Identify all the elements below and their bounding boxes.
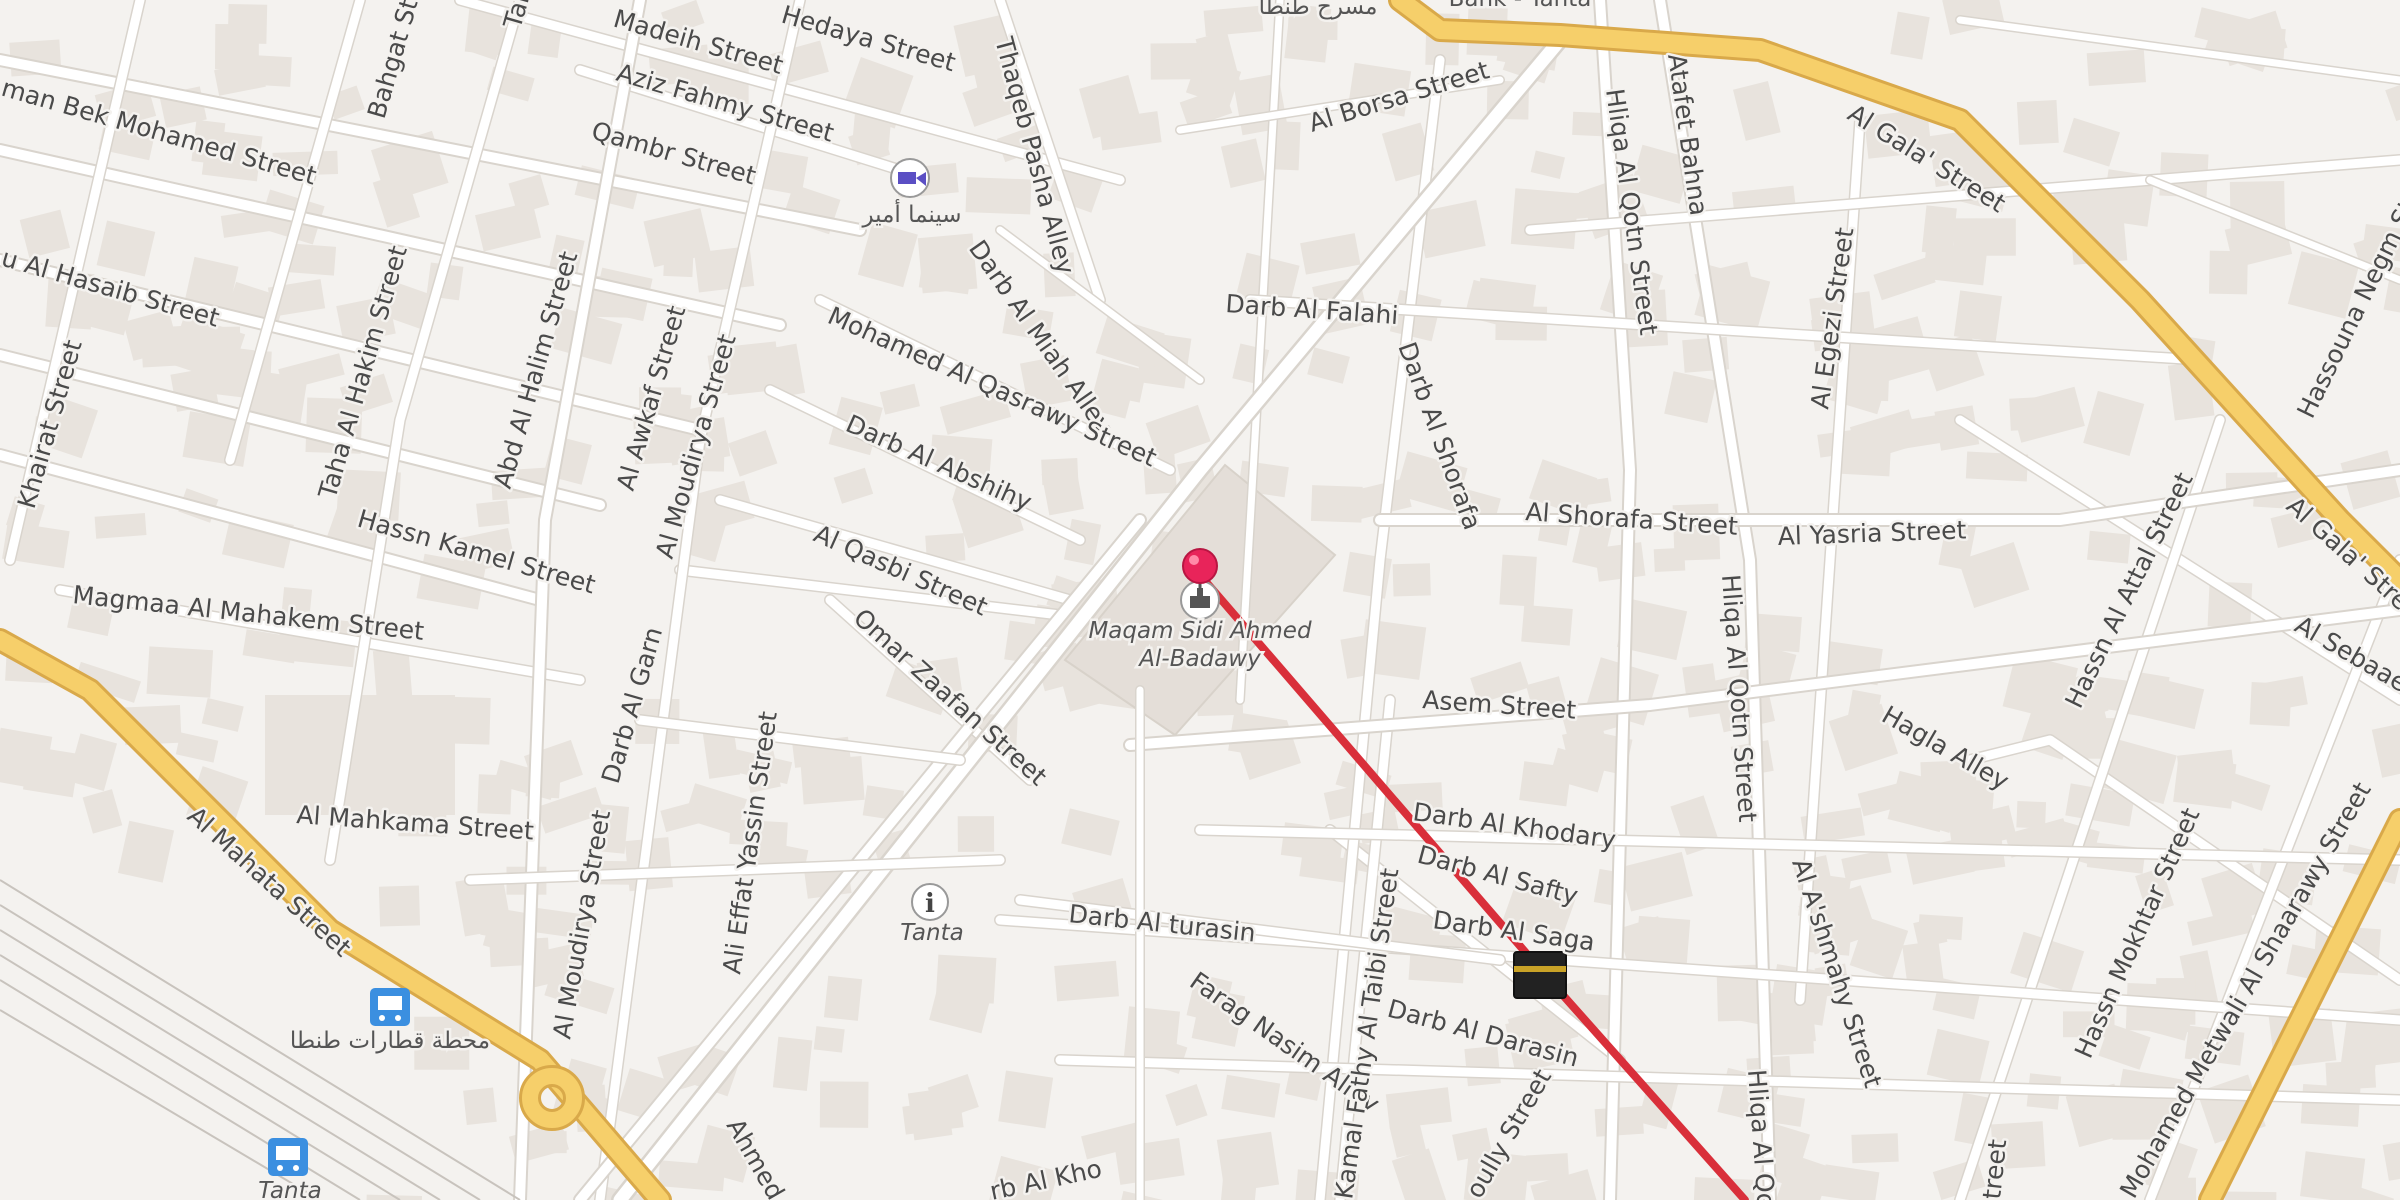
info-label: Tanta [900, 920, 963, 946]
building-block [1953, 290, 2002, 342]
map-canvas[interactable]: Maqam Sidi Ahmed Al-Badawy سينما أمير i … [0, 0, 2400, 1200]
info-icon[interactable]: i [911, 883, 949, 921]
building-block [146, 646, 214, 698]
building-block [772, 1036, 813, 1091]
building-block [289, 243, 337, 276]
station-2-label: Tanta [258, 1178, 321, 1200]
theatre-label: مسرح طنطا [1259, 0, 1378, 20]
building-block [957, 816, 995, 852]
landmark-label-line1: Maqam Sidi Ahmed [1088, 618, 1312, 644]
landmark-label-line2: Al-Badawy [1137, 646, 1261, 672]
train-station-2-icon[interactable] [268, 1138, 308, 1176]
building-block [378, 885, 421, 927]
building-block [907, 1088, 953, 1141]
building-block [813, 1026, 845, 1053]
building-block [2086, 49, 2146, 87]
building-block [2300, 1084, 2361, 1127]
station-label: محطة قطارات طنطا [290, 1028, 490, 1054]
building-block [1653, 547, 1686, 572]
building-block [1216, 1131, 1280, 1193]
building-block [1851, 1133, 1899, 1164]
building-block [94, 513, 147, 539]
building-block [227, 4, 268, 44]
building-block [1521, 604, 1573, 646]
building-block [1525, 1153, 1570, 1182]
building-block [1771, 1019, 1815, 1056]
building-block [2016, 99, 2059, 145]
building-block [2224, 1191, 2277, 1200]
building-block [1054, 960, 1119, 1002]
train-station-icon[interactable] [370, 988, 410, 1026]
building-block [965, 177, 1032, 215]
building-block [1150, 43, 1202, 80]
building-block [2087, 530, 2131, 564]
building-block [1392, 563, 1431, 597]
building-block [1288, 17, 1338, 41]
building-block [1041, 458, 1079, 486]
building-block [524, 1131, 567, 1154]
building-block [1836, 441, 1892, 477]
building-block [2208, 250, 2248, 295]
plaza-area-2 [265, 695, 455, 815]
kaaba-icon[interactable] [1513, 951, 1567, 999]
building-block [476, 500, 510, 528]
svg-text:i: i [925, 889, 935, 919]
building-block [1464, 1045, 1501, 1087]
building-block [1594, 542, 1646, 582]
building-block [1531, 192, 1588, 223]
building-block [463, 1087, 497, 1125]
building-block [819, 1081, 869, 1128]
building-block [998, 1070, 1054, 1129]
building-block [1499, 554, 1537, 607]
building-block [823, 975, 863, 1021]
building-block [2300, 1151, 2366, 1200]
cinema-label: سينما أمير [861, 199, 961, 228]
cinema-icon[interactable] [890, 158, 930, 198]
building-block [2173, 757, 2237, 809]
building-block [657, 1160, 726, 1192]
bank-label: Bank - Tanta [1449, 0, 1592, 12]
building-block [1203, 5, 1264, 37]
building-block [1635, 915, 1691, 968]
building-block [1123, 1006, 1181, 1062]
street-label: treet [1977, 1138, 2012, 1200]
